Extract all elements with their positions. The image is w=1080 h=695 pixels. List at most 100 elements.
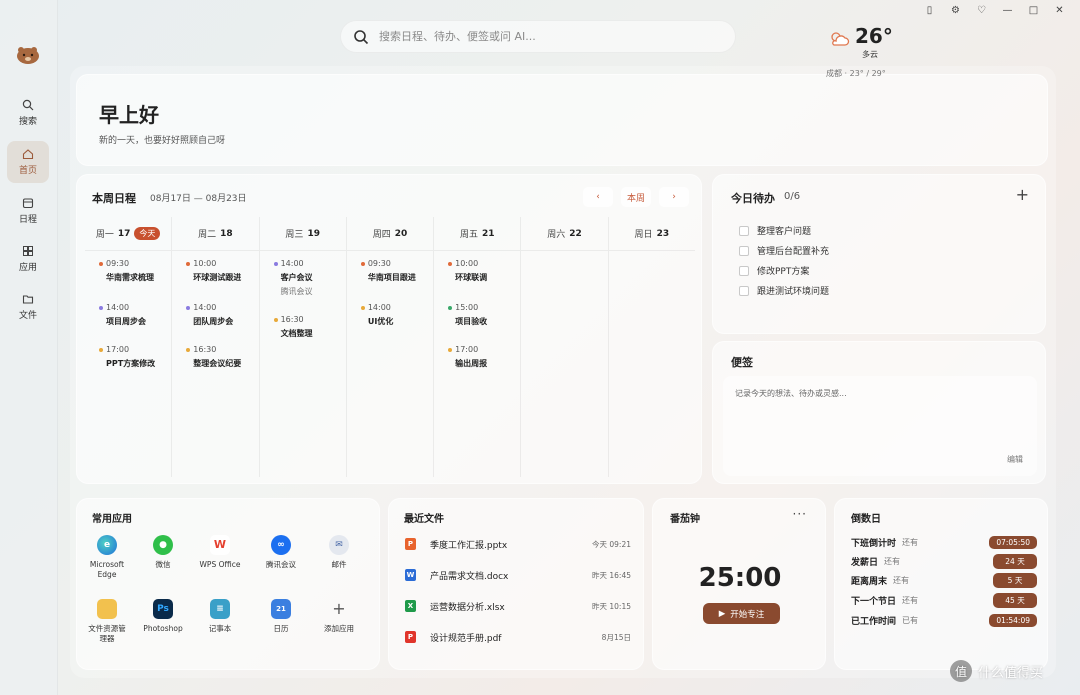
start-focus-button[interactable]: ▶ 开始专注 — [703, 603, 780, 624]
weather-desc: 多云 — [862, 50, 878, 59]
todo-label: 管理后台配置补充 — [757, 247, 830, 257]
more-icon[interactable]: ··· — [793, 507, 807, 521]
app-edge[interactable]: e Microsoft Edge — [77, 535, 137, 580]
day-column[interactable]: 周六 22 — [521, 217, 609, 477]
event-item[interactable]: 10:00 环球联调 — [448, 257, 487, 285]
wps-icon: W — [210, 535, 230, 555]
event-item[interactable]: 09:30 华南需求梳理 — [99, 257, 154, 285]
maximize-icon[interactable]: □ — [1027, 4, 1040, 17]
event-item[interactable]: 17:00 输出周报 — [448, 343, 487, 371]
countdown-value: 01:54:09 — [989, 613, 1037, 627]
minimize-icon[interactable]: — — [1001, 4, 1014, 17]
day-column[interactable]: 周一 17 今天 09:30 华南需求梳理 14:00 项目周步会 17:00 … — [85, 217, 173, 477]
countdown-value: 45 天 — [993, 592, 1037, 608]
event-time: 14:00 — [193, 303, 217, 312]
event-dot — [273, 318, 278, 322]
day-name: 周一 — [95, 230, 114, 240]
day-column[interactable]: 周二 18 10:00 环球测试跟进 14:00 团队周步会 16:30 整理会… — [172, 217, 260, 477]
gear-icon[interactable]: ⚙ — [949, 4, 962, 17]
plus-icon: + — [332, 599, 346, 618]
todo-item[interactable]: 修改PPT方案 — [739, 264, 809, 277]
event-dot — [186, 348, 191, 352]
event-time: 14:00 — [280, 259, 304, 268]
event-time: 14:00 — [106, 303, 130, 312]
event-item[interactable]: 16:30 文档整理 — [273, 313, 313, 341]
app-notepad[interactable]: ≡ 记事本 — [190, 599, 250, 634]
countdown-row[interactable]: 已工作时间 已有 01:54:09 — [851, 612, 1037, 628]
event-item[interactable]: 14:00 团队周步会 — [186, 301, 233, 329]
next-week-button[interactable]: › — [659, 187, 689, 207]
countdown-title: 倒数日 — [851, 514, 881, 525]
todo-title: 今日待办 — [731, 192, 775, 205]
weather-location: 成都 · 23° / 29° — [826, 69, 886, 78]
skin-icon[interactable]: ♡ — [975, 4, 988, 17]
sidebar-item-files[interactable]: 文件 — [7, 286, 49, 328]
search-bar[interactable] — [340, 20, 736, 53]
todo-checkbox[interactable] — [739, 265, 749, 276]
day-header: 周六 22 — [521, 217, 608, 251]
event-time: 16:30 — [280, 315, 304, 324]
notes-edit-button[interactable]: 编辑 — [1007, 454, 1023, 465]
app-label: 腾讯会议 — [266, 560, 296, 569]
pdf-icon: P — [405, 631, 416, 643]
app-file-explorer[interactable]: 文件资源管理器 — [77, 599, 137, 644]
app-calendar[interactable]: 21 日历 — [251, 599, 311, 634]
day-column[interactable]: 周五 21 10:00 环球联调 15:00 项目验收 17:00 输出周报 — [434, 217, 522, 477]
file-row[interactable]: W 产品需求文档.docx 昨天 16:45 — [405, 567, 631, 583]
app-label: Microsoft Edge — [89, 560, 125, 579]
event-time: 09:30 — [106, 259, 130, 268]
app-tencent-meeting[interactable]: ∞ 腾讯会议 — [251, 535, 311, 570]
this-week-button[interactable]: 本周 — [621, 187, 651, 207]
app-wps[interactable]: W WPS Office — [190, 535, 250, 570]
greeting-subtitle: 新的一天，也要好好照顾自己呀 — [99, 136, 226, 146]
todo-item[interactable]: 跟进测试环境问题 — [739, 284, 829, 297]
app-photoshop[interactable]: Ps Photoshop — [133, 599, 193, 634]
countdown-label: 距离周末 — [851, 576, 888, 587]
day-date: 23 — [656, 228, 670, 239]
app-label: 邮件 — [331, 560, 347, 569]
event-item[interactable]: 14:00 项目周步会 — [99, 301, 146, 329]
event-item[interactable]: 16:30 整理会议纪要 — [186, 343, 241, 371]
file-row[interactable]: P 季度工作汇报.pptx 今天 09:21 — [405, 536, 631, 552]
event-item[interactable]: 14:00 UI优化 — [360, 301, 393, 329]
sidebar-item-search[interactable]: 搜索 — [7, 92, 49, 134]
close-icon[interactable]: ✕ — [1053, 4, 1066, 17]
clipboard-icon[interactable]: ▯ — [923, 4, 936, 17]
app-mail[interactable]: ✉ 邮件 — [309, 535, 369, 570]
countdown-row[interactable]: 下一个节日 还有 45 天 — [851, 592, 1037, 608]
countdown-row[interactable]: 发薪日 还有 24 天 — [851, 553, 1037, 569]
chevron-right-icon: › — [672, 192, 676, 202]
event-item[interactable]: 17:00 PPT方案修改 — [99, 343, 155, 371]
sidebar-item-apps[interactable]: 应用 — [7, 238, 49, 280]
sidebar-item-calendar[interactable]: 日程 — [7, 190, 49, 232]
sidebar-item-home[interactable]: 首页 — [7, 141, 49, 183]
event-item[interactable]: 14:00 客户会议 腾讯会议 — [273, 257, 313, 299]
todo-item[interactable]: 整理客户问题 — [739, 224, 811, 237]
play-icon: ▶ — [718, 608, 726, 619]
event-item[interactable]: 10:00 环球测试跟进 — [186, 257, 241, 285]
countdown-row[interactable]: 下班倒计时 还有 07:05:50 — [851, 534, 1037, 550]
add-todo-button[interactable]: + — [1016, 185, 1029, 204]
prev-week-button[interactable]: ‹ — [583, 187, 613, 207]
add-app-button[interactable]: + 添加应用 — [309, 599, 369, 634]
notes-textarea[interactable]: 记录今天的想法、待办或灵感... 编辑 — [723, 376, 1037, 476]
file-row[interactable]: P 设计规范手册.pdf 8月15日 — [405, 629, 631, 645]
day-column[interactable]: 周三 19 14:00 客户会议 腾讯会议 16:30 文档整理 — [259, 217, 347, 477]
day-date: 19 — [307, 228, 320, 239]
app-wechat[interactable]: ● 微信 — [133, 535, 193, 570]
event-item[interactable]: 15:00 项目验收 — [448, 301, 487, 329]
search-input[interactable] — [379, 30, 699, 43]
countdown-row[interactable]: 距离周末 还有 5 天 — [851, 572, 1037, 588]
file-row[interactable]: X 运营数据分析.xlsx 昨天 10:15 — [405, 598, 631, 614]
todo-item[interactable]: 管理后台配置补充 — [739, 244, 829, 257]
app-logo-icon[interactable] — [14, 42, 42, 66]
pomodoro-time: 25:00 — [698, 563, 782, 593]
day-column[interactable]: 周四 20 09:30 华南项目跟进 14:00 UI优化 — [346, 217, 435, 477]
notes-title: 便签 — [731, 356, 753, 369]
todo-checkbox[interactable] — [739, 285, 749, 296]
todo-checkbox[interactable] — [739, 225, 749, 236]
day-column[interactable]: 周日 23 — [608, 217, 695, 477]
event-item[interactable]: 09:30 华南项目跟进 — [360, 257, 416, 285]
todo-checkbox[interactable] — [739, 245, 749, 256]
file-time: 昨天 16:45 — [592, 570, 631, 580]
